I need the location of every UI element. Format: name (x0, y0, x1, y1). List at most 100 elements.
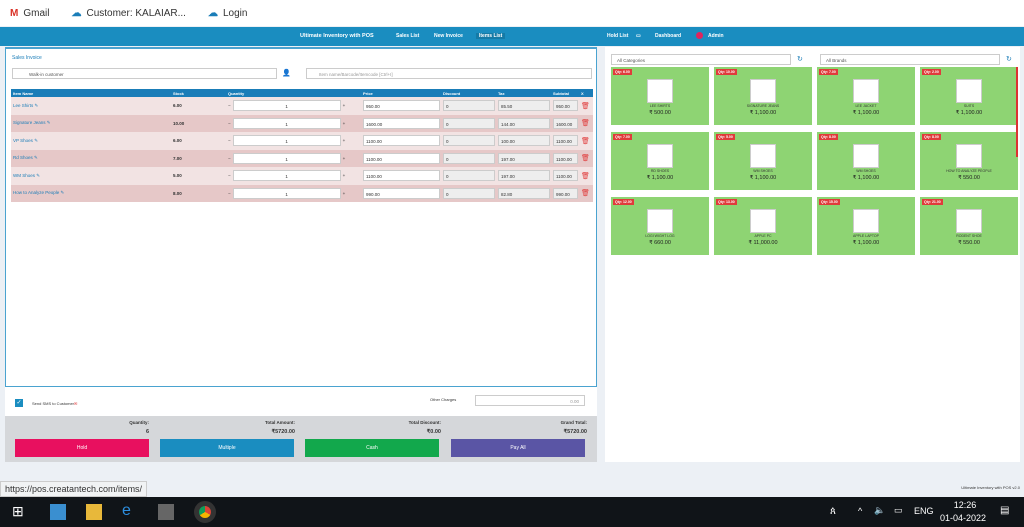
language-indicator[interactable]: ENG (914, 506, 934, 516)
product-card[interactable]: Qty: 6.00 LEE SHIRTS ₹ 500.00 (611, 67, 709, 125)
product-card[interactable]: Qty: 13.00 APPLE PC ₹ 11,000.00 (714, 197, 812, 255)
price-input[interactable]: 1100.00 (363, 135, 440, 147)
refresh-icon[interactable]: ↻ (797, 55, 803, 63)
bookmark-login[interactable]: ☁ Login (208, 8, 247, 19)
other-charges-input[interactable]: 0.00 (475, 395, 585, 406)
quantity-stepper[interactable]: −1 + (226, 132, 361, 150)
clock-time[interactable]: 12:26 (950, 500, 980, 510)
chevron-up-icon[interactable]: ^ (858, 506, 862, 516)
bookmark-gmail[interactable]: M Gmail (10, 8, 49, 19)
table-row: Lee Shirts ✎ 6.00 −1 + 950.00 0 85.50 950… (11, 97, 593, 115)
multiple-button[interactable]: Multiple (160, 439, 294, 457)
plus-icon[interactable]: + (343, 103, 346, 108)
item-name-link[interactable]: Rd Shoes ✎ (11, 149, 171, 167)
chrome-icon[interactable] (194, 501, 216, 523)
windows-start-icon[interactable]: ⊞ (12, 503, 28, 519)
product-card[interactable]: Qty: 12.00 LOGI WIGHT LOG ₹ 660.00 (611, 197, 709, 255)
people-icon[interactable]: ጰ (830, 506, 836, 517)
nav-admin[interactable]: Admin (708, 33, 724, 39)
delete-icon[interactable]: 🗑 (579, 184, 593, 202)
minus-icon[interactable]: − (228, 156, 231, 161)
cash-button[interactable]: Cash (305, 439, 439, 457)
quantity-stepper[interactable]: −1 + (226, 149, 361, 167)
minus-icon[interactable]: − (228, 191, 231, 196)
product-card[interactable]: Qty: 8.00 HOW TO ANALYZE PEOPLE ₹ 550.00 (920, 132, 1018, 190)
quantity-input[interactable]: 1 (232, 100, 341, 112)
minus-icon[interactable]: − (228, 138, 231, 143)
minus-icon[interactable]: − (228, 173, 231, 178)
sms-checkbox[interactable]: ✓ (15, 399, 23, 407)
app-icon[interactable] (50, 504, 66, 520)
price-input[interactable]: 1100.00 (363, 170, 440, 182)
quantity-stepper[interactable]: −1 + (226, 114, 361, 132)
quantity-input[interactable]: 1 (232, 135, 341, 147)
product-card[interactable]: Qty: 10.00 SIGNATURE JEANS ₹ 1,100.00 (714, 67, 812, 125)
network-icon[interactable]: ▭ (894, 505, 903, 516)
folder-icon[interactable] (86, 504, 102, 520)
delete-icon[interactable]: 🗑 (579, 114, 593, 132)
plus-icon[interactable]: + (343, 173, 346, 178)
minus-icon[interactable]: − (228, 103, 231, 108)
product-card[interactable]: Qty: 5.00 WM SHOES ₹ 1,100.00 (714, 132, 812, 190)
category-select[interactable]: All Categories (611, 54, 791, 65)
add-customer-icon[interactable]: 👤 (282, 69, 291, 77)
quantity-input[interactable]: 1 (232, 170, 341, 182)
item-name-link[interactable]: How to Analyze People ✎ (11, 184, 171, 202)
nav-items-list[interactable]: Items List (476, 33, 506, 39)
product-price: ₹ 11,000.00 (748, 240, 778, 246)
discount-input[interactable]: 0 (443, 170, 495, 182)
price-input[interactable]: 1600.00 (363, 117, 440, 129)
price-input[interactable]: 950.00 (363, 100, 440, 112)
customer-select[interactable]: Walk-in customer (12, 68, 277, 79)
volume-icon[interactable]: 🔈 (874, 505, 885, 516)
product-card[interactable]: Qty: 8.00 WM SHOES ₹ 1,100.00 (817, 132, 915, 190)
quantity-input[interactable]: 1 (232, 187, 341, 199)
monitor-icon[interactable]: ▭ (636, 33, 641, 39)
product-card[interactable]: Qty: 7.00 RD SHOES ₹ 1,100.00 (611, 132, 709, 190)
quantity-input[interactable]: 1 (232, 117, 341, 129)
plus-icon[interactable]: + (343, 191, 346, 196)
minus-icon[interactable]: − (228, 121, 231, 126)
clock-date[interactable]: 01-04-2022 (940, 513, 986, 523)
product-card[interactable]: Qty: 15.00 APPLE LAPTOP ₹ 1,100.00 (817, 197, 915, 255)
nav-dashboard[interactable]: Dashboard (655, 33, 681, 39)
discount-input[interactable]: 0 (443, 135, 495, 147)
scrollbar[interactable] (1016, 67, 1018, 157)
plus-icon[interactable]: + (343, 156, 346, 161)
item-name-link[interactable]: Lee Shirts ✎ (11, 97, 171, 115)
edge-icon[interactable]: e (122, 502, 138, 519)
nav-sales-list[interactable]: Sales List (396, 33, 419, 39)
delete-icon[interactable]: 🗑 (579, 132, 593, 150)
delete-icon[interactable]: 🗑 (579, 167, 593, 185)
discount-input[interactable]: 0 (443, 152, 495, 164)
product-card[interactable]: Qty: 2.00 SUITS ₹ 1,100.00 (920, 67, 1018, 125)
bookmark-customer[interactable]: ☁ Customer: KALAIAR... (71, 8, 185, 19)
quantity-stepper[interactable]: −1 + (226, 167, 361, 185)
hold-button[interactable]: Hold (15, 439, 149, 457)
quantity-stepper[interactable]: −1 + (226, 97, 361, 115)
item-search-input[interactable]: Item name/Barcode/Itemcode [Ctrl+I] (306, 68, 592, 79)
brand-select[interactable]: All Brands (820, 54, 1000, 65)
price-input[interactable]: 1100.00 (363, 152, 440, 164)
quantity-stepper[interactable]: −1 + (226, 184, 361, 202)
nav-hold-list[interactable]: Hold List (607, 33, 628, 39)
plus-icon[interactable]: + (343, 121, 346, 126)
discount-input[interactable]: 0 (443, 117, 495, 129)
refresh-icon[interactable]: ↻ (1006, 55, 1012, 63)
discount-input[interactable]: 0 (443, 187, 495, 199)
price-input[interactable]: 990.00 (363, 187, 440, 199)
item-name-link[interactable]: VP Shoes ✎ (11, 132, 171, 150)
item-name-link[interactable]: Signature Jeans ✎ (11, 114, 171, 132)
plus-icon[interactable]: + (343, 138, 346, 143)
item-name-link[interactable]: WM Shoes ✎ (11, 167, 171, 185)
quantity-input[interactable]: 1 (232, 152, 341, 164)
pay-all-button[interactable]: Pay All (451, 439, 585, 457)
product-card[interactable]: Qty: 21.00 RODENT SHOE ₹ 550.00 (920, 197, 1018, 255)
product-card[interactable]: Qty: 7.00 LEE JACKET ₹ 1,100.00 (817, 67, 915, 125)
delete-icon[interactable]: 🗑 (579, 149, 593, 167)
nav-new-invoice[interactable]: New Invoice (434, 33, 463, 39)
calculator-icon[interactable] (158, 504, 174, 520)
notifications-icon[interactable]: ▤ (1000, 505, 1009, 516)
delete-icon[interactable]: 🗑 (579, 97, 593, 115)
discount-input[interactable]: 0 (443, 100, 495, 112)
